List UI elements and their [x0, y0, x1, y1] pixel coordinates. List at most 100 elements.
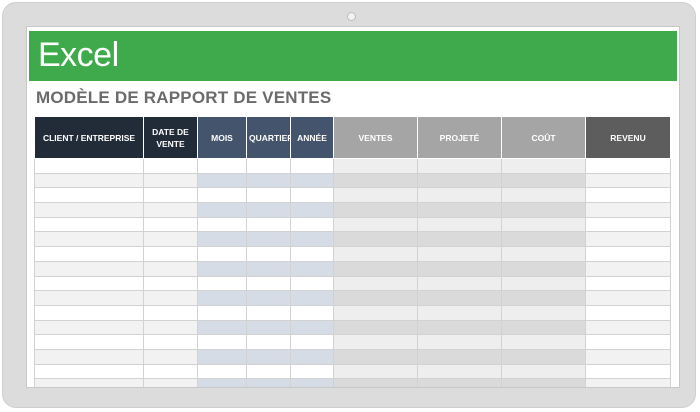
table-cell[interactable]	[585, 187, 671, 204]
header-date[interactable]: DATE DE VENTE	[143, 116, 198, 159]
table-cell[interactable]	[246, 378, 291, 387]
table-cell[interactable]	[417, 319, 502, 336]
table-cell[interactable]	[143, 319, 198, 336]
table-cell[interactable]	[34, 158, 144, 174]
table-cell[interactable]	[501, 378, 586, 387]
table-cell[interactable]	[501, 348, 586, 365]
table-cell[interactable]	[197, 231, 247, 248]
table-cell[interactable]	[585, 290, 671, 306]
table-cell[interactable]	[417, 363, 502, 380]
table-cell[interactable]	[246, 348, 291, 365]
table-cell[interactable]	[290, 158, 334, 174]
table-cell[interactable]	[417, 378, 502, 387]
table-cell[interactable]	[197, 260, 247, 277]
table-cell[interactable]	[585, 246, 671, 262]
table-cell[interactable]	[333, 216, 418, 233]
table-cell[interactable]	[34, 378, 144, 387]
table-cell[interactable]	[290, 231, 334, 248]
table-cell[interactable]	[290, 319, 334, 336]
table-cell[interactable]	[246, 231, 291, 248]
table-cell[interactable]	[246, 246, 291, 262]
header-quarter[interactable]: QUARTIER	[246, 116, 291, 159]
table-cell[interactable]	[290, 187, 334, 204]
table-cell[interactable]	[197, 158, 247, 174]
table-cell[interactable]	[197, 348, 247, 365]
table-cell[interactable]	[143, 275, 198, 292]
table-cell[interactable]	[197, 216, 247, 233]
table-cell[interactable]	[197, 275, 247, 292]
table-cell[interactable]	[34, 348, 144, 365]
table-cell[interactable]	[417, 304, 502, 321]
table-cell[interactable]	[197, 202, 247, 218]
table-cell[interactable]	[290, 348, 334, 365]
table-cell[interactable]	[417, 216, 502, 233]
table-cell[interactable]	[34, 202, 144, 218]
table-cell[interactable]	[143, 290, 198, 306]
table-cell[interactable]	[34, 216, 144, 233]
table-cell[interactable]	[34, 334, 144, 350]
table-cell[interactable]	[417, 275, 502, 292]
table-cell[interactable]	[417, 158, 502, 174]
table-cell[interactable]	[501, 290, 586, 306]
table-cell[interactable]	[34, 172, 144, 189]
table-cell[interactable]	[143, 334, 198, 350]
table-cell[interactable]	[246, 216, 291, 233]
table-cell[interactable]	[417, 348, 502, 365]
table-cell[interactable]	[290, 378, 334, 387]
table-cell[interactable]	[585, 334, 671, 350]
table-cell[interactable]	[34, 246, 144, 262]
table-cell[interactable]	[34, 187, 144, 204]
table-cell[interactable]	[417, 290, 502, 306]
table-cell[interactable]	[246, 319, 291, 336]
table-cell[interactable]	[34, 304, 144, 321]
table-cell[interactable]	[34, 319, 144, 336]
table-cell[interactable]	[585, 216, 671, 233]
table-cell[interactable]	[246, 172, 291, 189]
table-cell[interactable]	[585, 275, 671, 292]
table-cell[interactable]	[246, 290, 291, 306]
table-cell[interactable]	[417, 172, 502, 189]
table-cell[interactable]	[246, 202, 291, 218]
table-cell[interactable]	[333, 363, 418, 380]
table-cell[interactable]	[143, 260, 198, 277]
table-cell[interactable]	[34, 290, 144, 306]
table-cell[interactable]	[143, 202, 198, 218]
table-cell[interactable]	[417, 202, 502, 218]
table-cell[interactable]	[197, 363, 247, 380]
table-cell[interactable]	[197, 246, 247, 262]
table-cell[interactable]	[501, 216, 586, 233]
table-cell[interactable]	[501, 319, 586, 336]
table-cell[interactable]	[246, 304, 291, 321]
table-cell[interactable]	[246, 187, 291, 204]
table-cell[interactable]	[585, 202, 671, 218]
header-month[interactable]: MOIS	[197, 116, 247, 159]
table-cell[interactable]	[197, 187, 247, 204]
table-cell[interactable]	[333, 202, 418, 218]
table-cell[interactable]	[501, 231, 586, 248]
table-cell[interactable]	[197, 290, 247, 306]
header-cost[interactable]: COÛT	[501, 116, 586, 159]
table-cell[interactable]	[290, 246, 334, 262]
table-cell[interactable]	[333, 348, 418, 365]
table-cell[interactable]	[290, 216, 334, 233]
table-cell[interactable]	[143, 158, 198, 174]
table-cell[interactable]	[143, 363, 198, 380]
table-cell[interactable]	[246, 275, 291, 292]
table-cell[interactable]	[501, 187, 586, 204]
table-cell[interactable]	[246, 363, 291, 380]
table-cell[interactable]	[333, 378, 418, 387]
table-cell[interactable]	[246, 260, 291, 277]
table-cell[interactable]	[417, 260, 502, 277]
table-cell[interactable]	[333, 172, 418, 189]
table-cell[interactable]	[501, 158, 586, 174]
table-cell[interactable]	[333, 246, 418, 262]
table-cell[interactable]	[333, 231, 418, 248]
table-cell[interactable]	[290, 202, 334, 218]
table-cell[interactable]	[34, 231, 144, 248]
table-cell[interactable]	[197, 334, 247, 350]
table-cell[interactable]	[417, 246, 502, 262]
header-sales[interactable]: VENTES	[333, 116, 418, 159]
table-cell[interactable]	[34, 363, 144, 380]
table-cell[interactable]	[290, 334, 334, 350]
table-cell[interactable]	[143, 172, 198, 189]
